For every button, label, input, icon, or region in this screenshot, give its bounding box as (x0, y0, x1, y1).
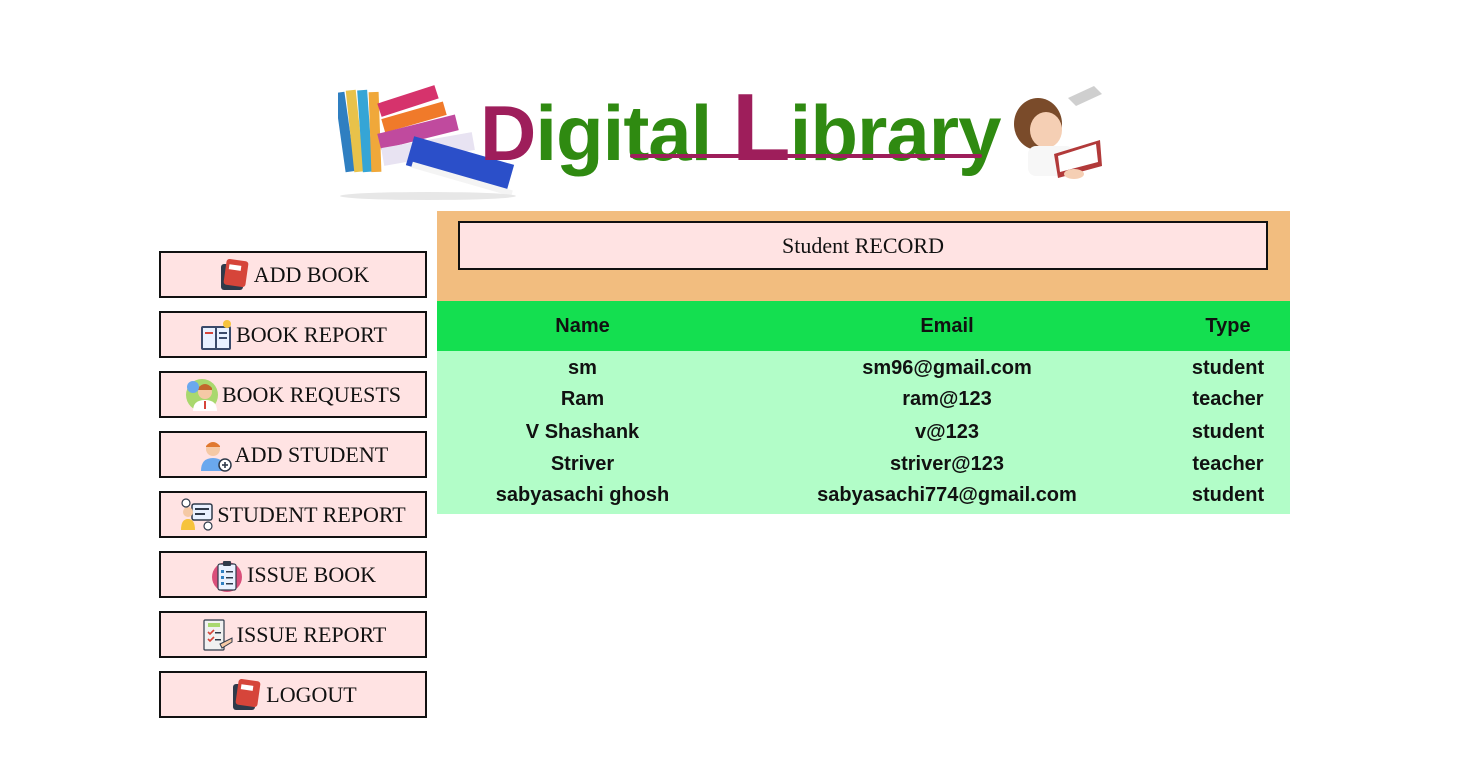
sidebar-item-book-report[interactable]: BOOK REPORT (159, 311, 427, 358)
sidebar-item-label: ISSUE REPORT (236, 621, 387, 647)
table-row: Ram ram@123 teacher (437, 384, 1290, 417)
sidebar-item-label: LOGOUT (266, 681, 357, 707)
sidebar-item-label: ADD STUDENT (234, 441, 389, 467)
issue-report-icon (203, 618, 233, 651)
add-student-icon (200, 441, 232, 472)
cell-email: v@123 (915, 420, 979, 443)
cell-type: teacher (1192, 453, 1264, 476)
sidebar-item-add-student[interactable]: ADD STUDENT (159, 431, 427, 478)
student-report-icon (181, 497, 214, 531)
sidebar-item-label: BOOK REQUESTS (221, 381, 402, 407)
banner-underline (630, 154, 982, 158)
cell-name: sm (568, 356, 597, 379)
column-header-name: Name (555, 314, 610, 337)
record-header-panel: Student RECORD (437, 211, 1290, 301)
cell-email: ram@123 (902, 388, 992, 411)
cell-type: student (1191, 356, 1265, 379)
sidebar-item-label: BOOK REPORT (236, 321, 387, 347)
table-row: sabyasachi ghosh sabyasachi774@gmail.com… (437, 481, 1290, 514)
cell-email: sm96@gmail.com (862, 356, 1032, 379)
page-title: Student RECORD (458, 221, 1268, 270)
table-row: Striver striver@123 teacher (437, 449, 1290, 482)
student-record-table: Name Email Type sm sm96@gmail.com studen… (437, 301, 1290, 514)
reading-woman-illustration (1014, 86, 1102, 179)
student-record-table-container: Name Email Type sm sm96@gmail.com studen… (437, 301, 1290, 514)
banner-title-igital: igital (535, 89, 712, 177)
table-header-row: Name Email Type (437, 301, 1290, 351)
sidebar-item-issue-book[interactable]: ISSUE BOOK (159, 551, 427, 598)
sidebar-item-label: STUDENT REPORT (217, 501, 406, 527)
cell-type: student (1191, 483, 1265, 506)
cell-name: Ram (560, 388, 605, 411)
sidebar-item-logout[interactable]: LOGOUT (159, 671, 427, 718)
cell-email: sabyasachi774@gmail.com (817, 483, 1077, 506)
cell-name: Striver (550, 453, 615, 476)
sidebar-item-book-requests[interactable]: BOOK REQUESTS (159, 371, 427, 418)
table-row: sm sm96@gmail.com student (437, 351, 1290, 384)
cell-email: striver@123 (889, 453, 1005, 476)
sidebar-item-issue-report[interactable]: ISSUE REPORT (159, 611, 427, 658)
table-row: V Shashank v@123 student (437, 416, 1290, 449)
sidebar-item-label: ISSUE BOOK (247, 561, 376, 587)
book-icon (233, 678, 261, 710)
column-header-email: Email (920, 314, 974, 337)
banner-title-ibrary: ibrary (789, 89, 1002, 177)
clipboard-icon (212, 560, 243, 592)
sidebar-item-add-book[interactable]: ADD BOOK (159, 251, 427, 298)
sidebar-item-label: ADD BOOK (253, 261, 370, 287)
banner-title-d: D (480, 89, 536, 177)
column-header-type: Type (1205, 314, 1251, 337)
digital-library-banner: Digital Library (338, 80, 1120, 202)
person-requests-icon (185, 378, 218, 411)
cell-name: sabyasachi ghosh (495, 483, 670, 506)
banner-title: Digital Library (480, 80, 1002, 177)
book-report-icon (201, 319, 232, 350)
book-icon (220, 258, 249, 290)
cell-type: teacher (1192, 388, 1264, 411)
sidebar-item-student-report[interactable]: STUDENT REPORT (159, 491, 427, 538)
banner-title-l: L (732, 74, 791, 181)
cell-name: V Shashank (525, 420, 640, 443)
cell-type: student (1191, 420, 1265, 443)
